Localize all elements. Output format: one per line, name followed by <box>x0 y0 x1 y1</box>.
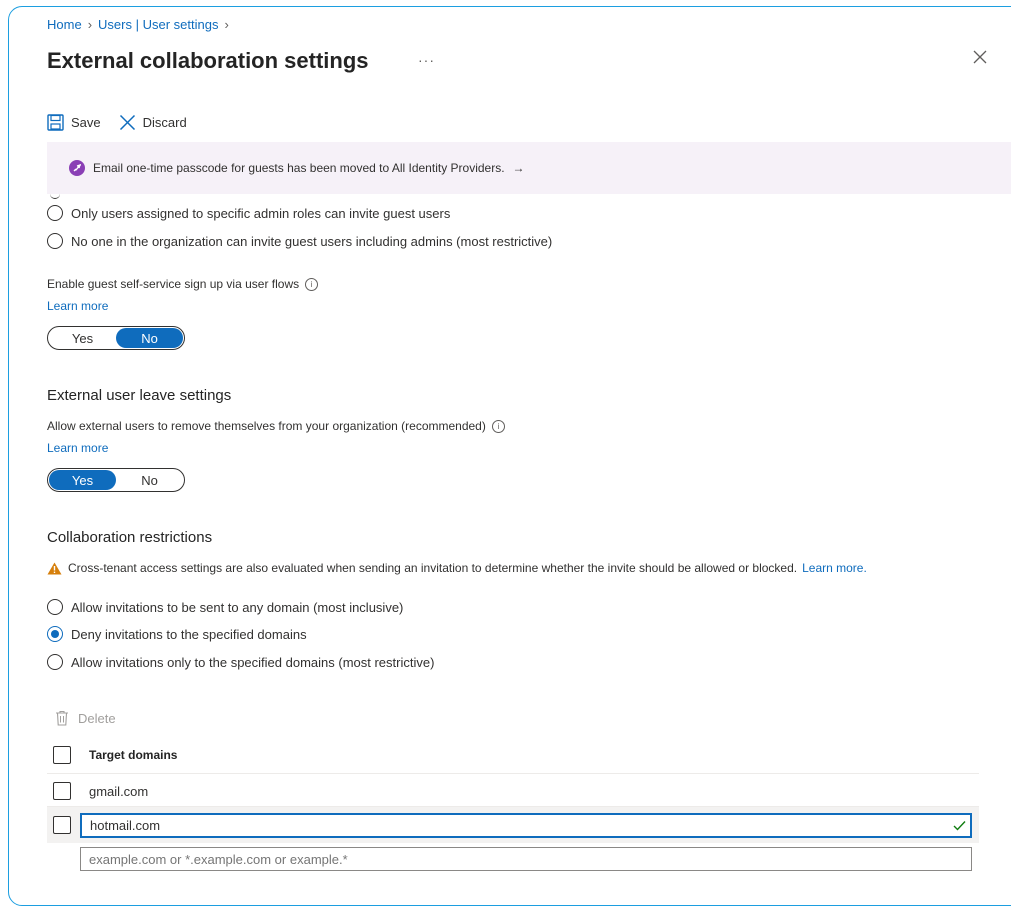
rocket-badge-icon <box>69 160 85 176</box>
radio-label: No one in the organization can invite gu… <box>71 233 553 249</box>
discard-icon <box>119 114 135 131</box>
page-title: External collaboration settings <box>47 48 369 73</box>
leave-label: Allow external users to remove themselve… <box>47 419 505 433</box>
self-service-label: Enable guest self-service sign up via us… <box>47 277 319 291</box>
radio-label: Allow invitations to be sent to any doma… <box>71 599 404 615</box>
leave-label-text: Allow external users to remove themselve… <box>47 419 486 433</box>
checkbox[interactable] <box>53 746 71 764</box>
chevron-right-icon: › <box>87 17 93 32</box>
leave-section-title: External user leave settings <box>47 387 232 404</box>
restriction-option-any-domain[interactable]: Allow invitations to be sent to any doma… <box>47 599 403 615</box>
warning-message: Cross-tenant access settings are also ev… <box>47 561 867 575</box>
close-button[interactable] <box>973 50 987 67</box>
self-service-label-text: Enable guest self-service sign up via us… <box>47 277 300 291</box>
self-service-learn-more-link[interactable]: Learn more <box>47 299 108 313</box>
checkmark-icon <box>953 821 966 831</box>
more-options-button[interactable]: ··· <box>418 52 435 68</box>
trash-icon <box>56 710 68 726</box>
select-all-checkbox[interactable] <box>53 746 71 764</box>
checkbox[interactable] <box>53 782 71 800</box>
arrow-right-icon[interactable]: → <box>513 161 525 175</box>
chevron-right-icon: › <box>224 17 229 32</box>
breadcrumb-user-settings[interactable]: Users | User settings <box>98 17 218 32</box>
discard-label: Discard <box>142 115 187 130</box>
column-header-target-domains: Target domains <box>89 748 178 762</box>
toggle-yes[interactable]: Yes <box>49 328 116 348</box>
new-domain-input[interactable] <box>80 847 972 871</box>
radio-label: Allow invitations only to the specified … <box>71 654 435 670</box>
banner-message: Email one-time passcode for guests has b… <box>93 161 505 175</box>
info-banner: Email one-time passcode for guests has b… <box>47 142 1011 194</box>
radio-button[interactable] <box>47 654 63 670</box>
checkbox[interactable] <box>53 816 71 834</box>
leave-toggle[interactable]: Yes No <box>47 468 185 492</box>
toggle-yes[interactable]: Yes <box>49 470 116 490</box>
delete-button[interactable]: Delete <box>55 710 116 726</box>
domain-cell: gmail.com <box>89 784 149 799</box>
self-service-toggle[interactable]: Yes No <box>47 326 185 350</box>
warning-icon <box>47 562 62 574</box>
radio-button[interactable] <box>47 599 63 615</box>
save-button[interactable]: Save <box>47 114 101 131</box>
leave-learn-more-link[interactable]: Learn more <box>47 441 108 455</box>
divider <box>47 773 979 774</box>
toggle-no[interactable]: No <box>116 328 183 348</box>
save-label: Save <box>71 115 101 130</box>
discard-button[interactable]: Discard <box>119 114 187 131</box>
restriction-option-allow-only[interactable]: Allow invitations only to the specified … <box>47 654 434 670</box>
radio-button[interactable] <box>47 233 63 249</box>
radio-label: Only users assigned to specific admin ro… <box>71 205 451 221</box>
row-checkbox[interactable] <box>53 782 71 800</box>
warning-text: Cross-tenant access settings are also ev… <box>68 561 798 575</box>
close-icon <box>973 50 987 64</box>
radio-button-selected[interactable] <box>47 626 63 642</box>
radio-button[interactable] <box>47 205 63 221</box>
breadcrumb: Home › Users | User settings › <box>47 17 235 32</box>
breadcrumb-home[interactable]: Home <box>47 17 82 32</box>
warning-learn-more-link[interactable]: Learn more. <box>802 561 867 575</box>
command-bar: Save Discard <box>47 114 197 131</box>
toggle-no[interactable]: No <box>116 470 183 490</box>
blade-frame <box>8 6 1011 906</box>
restriction-option-deny-domains[interactable]: Deny invitations to the specified domain… <box>47 626 307 642</box>
invite-option-admin-roles[interactable]: Only users assigned to specific admin ro… <box>47 205 450 221</box>
row-checkbox[interactable] <box>53 816 71 834</box>
domain-edit-input[interactable] <box>80 813 972 838</box>
info-icon[interactable]: i <box>305 278 319 291</box>
invite-option-no-one[interactable]: No one in the organization can invite gu… <box>47 233 552 249</box>
radio-label: Deny invitations to the specified domain… <box>71 626 307 642</box>
info-icon[interactable]: i <box>491 420 505 433</box>
restrictions-section-title: Collaboration restrictions <box>47 529 213 546</box>
save-icon <box>47 114 64 131</box>
delete-label: Delete <box>78 710 116 726</box>
